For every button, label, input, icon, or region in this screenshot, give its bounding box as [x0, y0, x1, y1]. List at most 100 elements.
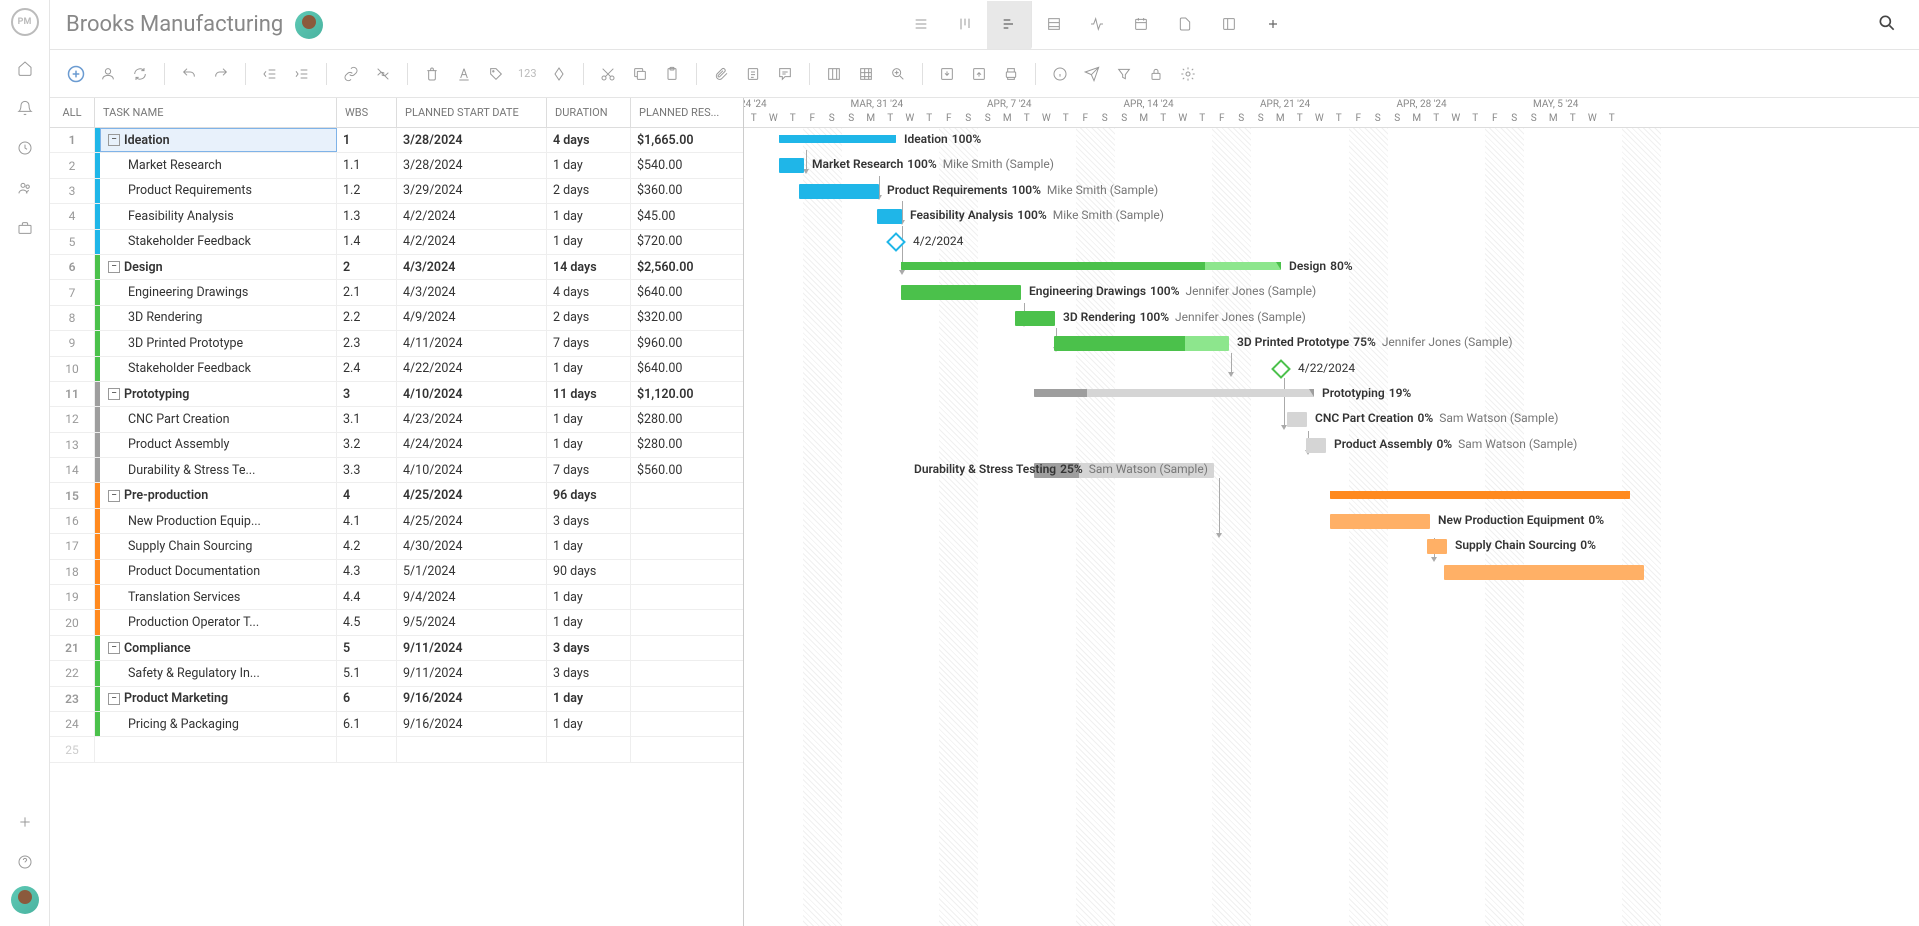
unlink-icon[interactable] — [369, 60, 397, 88]
note-icon[interactable] — [739, 60, 767, 88]
paste-icon[interactable] — [658, 60, 686, 88]
print-icon[interactable] — [997, 60, 1025, 88]
gantt-chart[interactable]: MAR, 24 '24MAR, 31 '24APR, 7 '24APR, 14 … — [744, 98, 1919, 926]
gantt-bar[interactable] — [1444, 565, 1644, 580]
undo-icon[interactable] — [175, 60, 203, 88]
table-row[interactable]: 5Stakeholder Feedback1.44/2/20241 day$72… — [50, 230, 743, 255]
redo-icon[interactable] — [207, 60, 235, 88]
send-icon[interactable] — [1078, 60, 1106, 88]
column-planned-start[interactable]: PLANNED START DATE — [397, 98, 547, 127]
gantt-body[interactable]: Ideation100%Market Research100%Mike Smit… — [744, 128, 1919, 926]
gantt-bar[interactable] — [1306, 438, 1326, 453]
gantt-bar[interactable] — [1015, 311, 1055, 326]
text-color-icon[interactable] — [450, 60, 478, 88]
view-dashboard-icon[interactable] — [1207, 1, 1251, 49]
number-format-label[interactable]: 123 — [514, 67, 541, 80]
clock-icon[interactable] — [9, 132, 41, 164]
table-row[interactable]: 93D Printed Prototype2.34/11/20247 days$… — [50, 331, 743, 356]
zoom-icon[interactable] — [884, 60, 912, 88]
view-calendar-icon[interactable] — [1119, 1, 1163, 49]
gantt-bar[interactable] — [779, 158, 804, 173]
table-row[interactable]: 1−Ideation13/28/20244 days$1,665.00 — [50, 128, 743, 153]
columns-icon[interactable] — [820, 60, 848, 88]
view-sheet-icon[interactable] — [1031, 1, 1075, 49]
briefcase-icon[interactable] — [9, 212, 41, 244]
view-list-icon[interactable] — [899, 1, 943, 49]
gantt-bar[interactable] — [901, 262, 1281, 270]
table-row[interactable]: 4Feasibility Analysis1.34/2/20241 day$45… — [50, 204, 743, 229]
gantt-milestone[interactable] — [1271, 359, 1291, 379]
table-row[interactable]: 16New Production Equip...4.14/25/20243 d… — [50, 509, 743, 534]
settings-icon[interactable] — [1174, 60, 1202, 88]
collapse-icon[interactable]: − — [108, 642, 120, 654]
gantt-bar[interactable] — [779, 135, 896, 143]
gantt-bar[interactable] — [1427, 539, 1447, 554]
gantt-bar[interactable] — [1034, 389, 1314, 397]
assign-icon[interactable] — [94, 60, 122, 88]
table-row[interactable]: 22Safety & Regulatory In...5.19/11/20243… — [50, 661, 743, 686]
gantt-bar[interactable] — [877, 209, 902, 224]
add-icon[interactable] — [9, 806, 41, 838]
table-row[interactable]: 10Stakeholder Feedback2.44/22/20241 day$… — [50, 357, 743, 382]
table-row[interactable]: 2Market Research1.13/28/20241 day$540.00 — [50, 153, 743, 178]
filter-icon[interactable] — [1110, 60, 1138, 88]
table-row[interactable]: 21−Compliance59/11/20243 days — [50, 636, 743, 661]
link-icon[interactable] — [337, 60, 365, 88]
collapse-icon[interactable]: − — [108, 388, 120, 400]
table-row[interactable]: 13Product Assembly3.24/24/20241 day$280.… — [50, 433, 743, 458]
collapse-icon[interactable]: − — [108, 134, 120, 146]
export-icon[interactable] — [965, 60, 993, 88]
team-icon[interactable] — [9, 172, 41, 204]
collapse-icon[interactable]: − — [108, 261, 120, 273]
table-row[interactable]: 83D Rendering2.24/9/20242 days$320.00 — [50, 306, 743, 331]
table-row[interactable]: 15−Pre-production44/25/202496 days — [50, 483, 743, 508]
grid-icon[interactable] — [852, 60, 880, 88]
view-activity-icon[interactable] — [1075, 1, 1119, 49]
table-row[interactable]: 7Engineering Drawings2.14/3/20244 days$6… — [50, 280, 743, 305]
project-avatar[interactable] — [295, 11, 323, 39]
attach-icon[interactable] — [707, 60, 735, 88]
table-row[interactable]: 23−Product Marketing69/16/20241 day — [50, 687, 743, 712]
user-avatar[interactable] — [11, 886, 39, 914]
table-row[interactable]: 18Product Documentation4.35/1/202490 day… — [50, 560, 743, 585]
view-gantt-icon[interactable] — [987, 1, 1031, 49]
table-row[interactable]: 6−Design24/3/202414 days$2,560.00 — [50, 255, 743, 280]
column-all[interactable]: ALL — [50, 98, 95, 127]
column-wbs[interactable]: WBS — [337, 98, 397, 127]
view-file-icon[interactable] — [1163, 1, 1207, 49]
table-row[interactable]: 20Production Operator T...4.59/5/20241 d… — [50, 610, 743, 635]
table-row[interactable]: 12CNC Part Creation3.14/23/20241 day$280… — [50, 407, 743, 432]
copy-icon[interactable] — [626, 60, 654, 88]
gantt-bar[interactable] — [1287, 412, 1307, 427]
info-icon[interactable] — [1046, 60, 1074, 88]
table-row[interactable]: 24Pricing & Packaging6.19/16/20241 day — [50, 712, 743, 737]
comment-icon[interactable] — [771, 60, 799, 88]
view-board-icon[interactable] — [943, 1, 987, 49]
column-planned-resource[interactable]: PLANNED RES... — [631, 98, 743, 127]
lock-icon[interactable] — [1142, 60, 1170, 88]
gantt-bar[interactable] — [799, 184, 879, 199]
gantt-bar[interactable] — [1330, 514, 1430, 529]
milestone-icon[interactable] — [545, 60, 573, 88]
collapse-icon[interactable]: − — [108, 490, 120, 502]
view-add-icon[interactable] — [1251, 1, 1295, 49]
indent-icon[interactable] — [288, 60, 316, 88]
outdent-icon[interactable] — [256, 60, 284, 88]
table-row[interactable]: 19Translation Services4.49/4/20241 day — [50, 585, 743, 610]
app-logo[interactable]: PM — [11, 8, 39, 36]
tag-icon[interactable] — [482, 60, 510, 88]
home-icon[interactable] — [9, 52, 41, 84]
help-icon[interactable] — [9, 846, 41, 878]
cut-icon[interactable] — [594, 60, 622, 88]
table-row[interactable]: 25 — [50, 737, 743, 762]
import-icon[interactable] — [933, 60, 961, 88]
table-row[interactable]: 14Durability & Stress Te...3.34/10/20247… — [50, 458, 743, 483]
refresh-icon[interactable] — [126, 60, 154, 88]
column-duration[interactable]: DURATION — [547, 98, 631, 127]
table-row[interactable]: 17Supply Chain Sourcing4.24/30/20241 day — [50, 534, 743, 559]
column-task-name[interactable]: TASK NAME — [95, 98, 337, 127]
collapse-icon[interactable]: − — [108, 693, 120, 705]
grid-body[interactable]: 1−Ideation13/28/20244 days$1,665.002Mark… — [50, 128, 743, 926]
delete-icon[interactable] — [418, 60, 446, 88]
gantt-bar[interactable] — [1330, 491, 1630, 499]
